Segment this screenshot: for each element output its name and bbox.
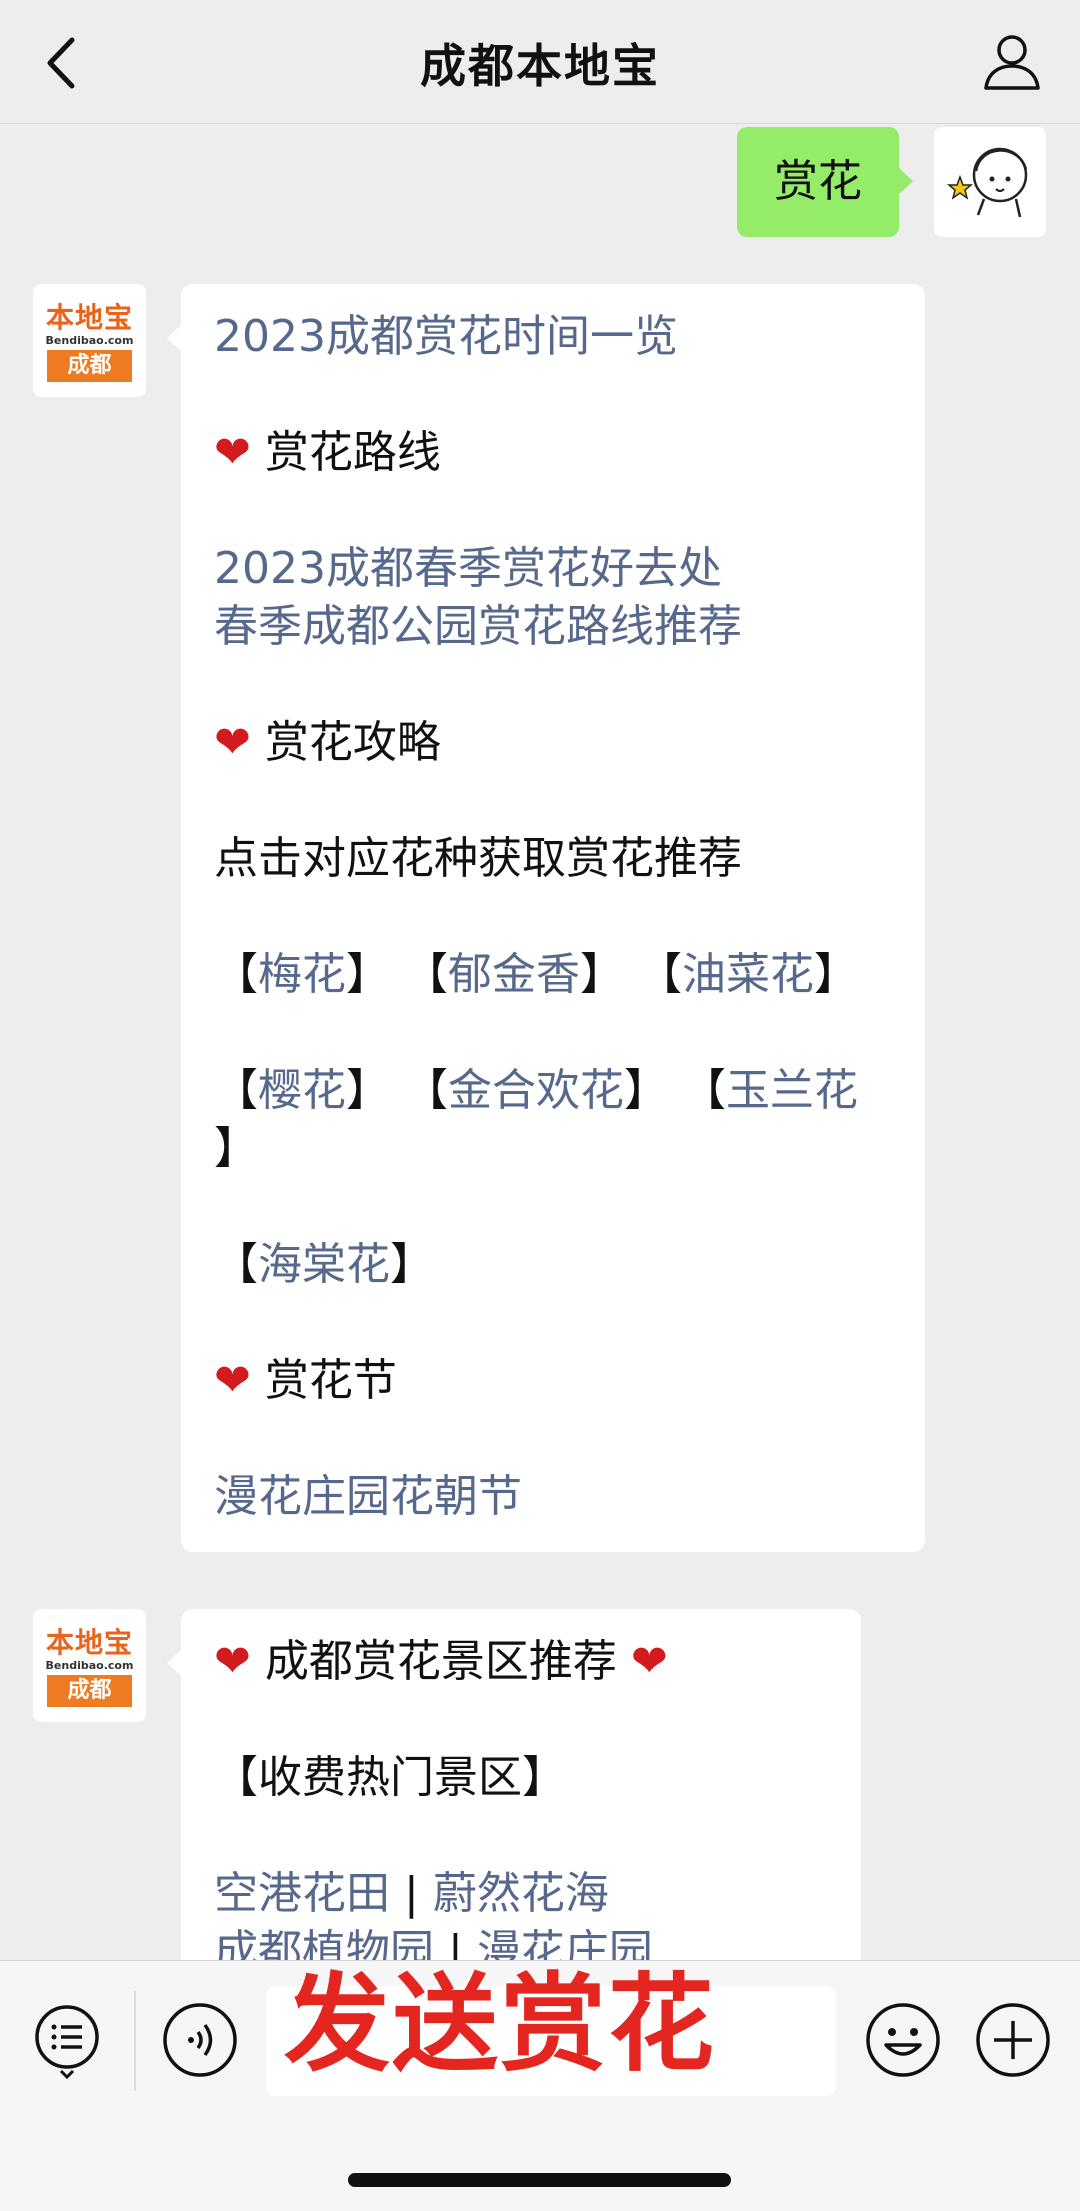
avatar-logo-domain: Bendibao.com [45,334,134,347]
add-button[interactable] [974,2001,1052,2079]
home-indicator[interactable] [348,2173,731,2187]
spot-link-botanical-garden[interactable]: 成都植物园 [214,1926,434,1960]
flower-tags-row-3: 【海棠花】 [214,1239,434,1290]
avatar-logo-text: 本地宝 [45,1626,133,1659]
link-flower-times[interactable]: 2023成都赏花时间一览 [214,308,893,366]
link-festival[interactable]: 漫花庄园花朝节 [214,1468,893,1526]
link-park-routes[interactable]: 春季成都公园赏花路线推荐 [214,598,893,656]
bot-message-bubble: 2023成都赏花时间一览 ❤ 赏花路线 2023成都春季赏花好去处 春季成都公园赏… [167,284,925,1552]
bot-avatar[interactable]: 本地宝 Bendibao.com 成都 [33,284,146,397]
self-message-text: 赏花 [774,156,862,207]
plus-circle-icon [976,2003,1050,2077]
self-avatar[interactable] [934,127,1046,237]
list-menu-icon [35,2005,99,2080]
flower-tags-row-2: 【樱花】 【金合欢花】 【玉兰花 [214,1065,858,1116]
cartoon-girl-avatar [946,147,1028,218]
nav-bar: 成都本地宝 [0,0,1080,124]
voice-icon [163,2003,237,2077]
bot-avatar[interactable]: 本地宝 Bendibao.com 成都 [33,1609,146,1722]
spots-row-1: 空港花田 | 蔚然花海 [214,1868,609,1919]
overlay-caption: 发送赏花 [284,1963,716,2086]
spot-link-airport-flowers[interactable]: 空港花田 [214,1868,390,1919]
spot-link-weiran-sea[interactable]: 蔚然花海 [433,1868,609,1919]
flower-link-rapeseed[interactable]: 油菜花 [682,949,814,1000]
avatar-logo-city: 成都 [47,1675,132,1707]
heart-icon: ❤ [214,1636,251,1687]
bot-message-bubble: ❤ 成都赏花景区推荐 ❤ 【收费热门景区】 空港花田 | 蔚然花海 成都植物园 | … [167,1609,861,1960]
page-title: 成都本地宝 [420,39,660,93]
profile-button[interactable] [980,30,1044,94]
flower-link-plum[interactable]: 梅花 [258,949,346,1000]
flower-link-cherry[interactable]: 樱花 [258,1065,346,1116]
flower-tags-row-1: 【梅花】 【郁金香】 【油菜花】 [214,949,858,1000]
emoji-button[interactable] [864,2001,942,2079]
spots-row-2: 成都植物园 | 漫花庄园 [214,1923,829,1960]
wrapped-bracket: 】 [214,1123,258,1174]
flower-link-mimosa[interactable]: 金合欢花 [448,1065,624,1116]
flower-link-begonia[interactable]: 海棠花 [258,1239,390,1290]
festival-heading: ❤ 赏花节 [214,1355,397,1406]
avatar-logo-domain: Bendibao.com [45,1659,134,1672]
heart-icon: ❤ [630,1636,668,1687]
person-icon [984,35,1040,90]
section-paid-spots: 【收费热门景区】 [214,1752,566,1803]
heart-icon: ❤ [214,1355,251,1406]
recommend-heading: ❤ 成都赏花景区推荐 ❤ [214,1636,668,1687]
menu-button[interactable] [28,2001,106,2080]
toolbar-divider [134,1991,136,2091]
smiley-icon [866,2003,940,2077]
voice-button[interactable] [161,2001,239,2079]
avatar-logo-text: 本地宝 [45,301,133,334]
guide-heading: ❤ 赏花攻略 [214,717,441,768]
heart-icon: ❤ [214,717,251,768]
avatar-logo-city: 成都 [47,350,132,382]
flower-link-magnolia[interactable]: 玉兰花 [726,1065,858,1116]
self-message-bubble[interactable]: 赏花 [737,127,913,237]
link-spring-spots[interactable]: 2023成都春季赏花好去处 [214,540,893,598]
guide-text: 点击对应花种获取赏花推荐 [214,833,742,884]
chat-area[interactable]: 赏花 本地宝 Bendibao.com 成都 2023成都赏花时间一览 ❤ 赏花路… [0,125,1080,1960]
route-heading: ❤ 赏花路线 [214,427,441,478]
flower-link-tulip[interactable]: 郁金香 [448,949,580,1000]
heart-icon: ❤ [214,427,251,478]
spot-link-manhua-manor[interactable]: 漫花庄园 [477,1926,653,1960]
